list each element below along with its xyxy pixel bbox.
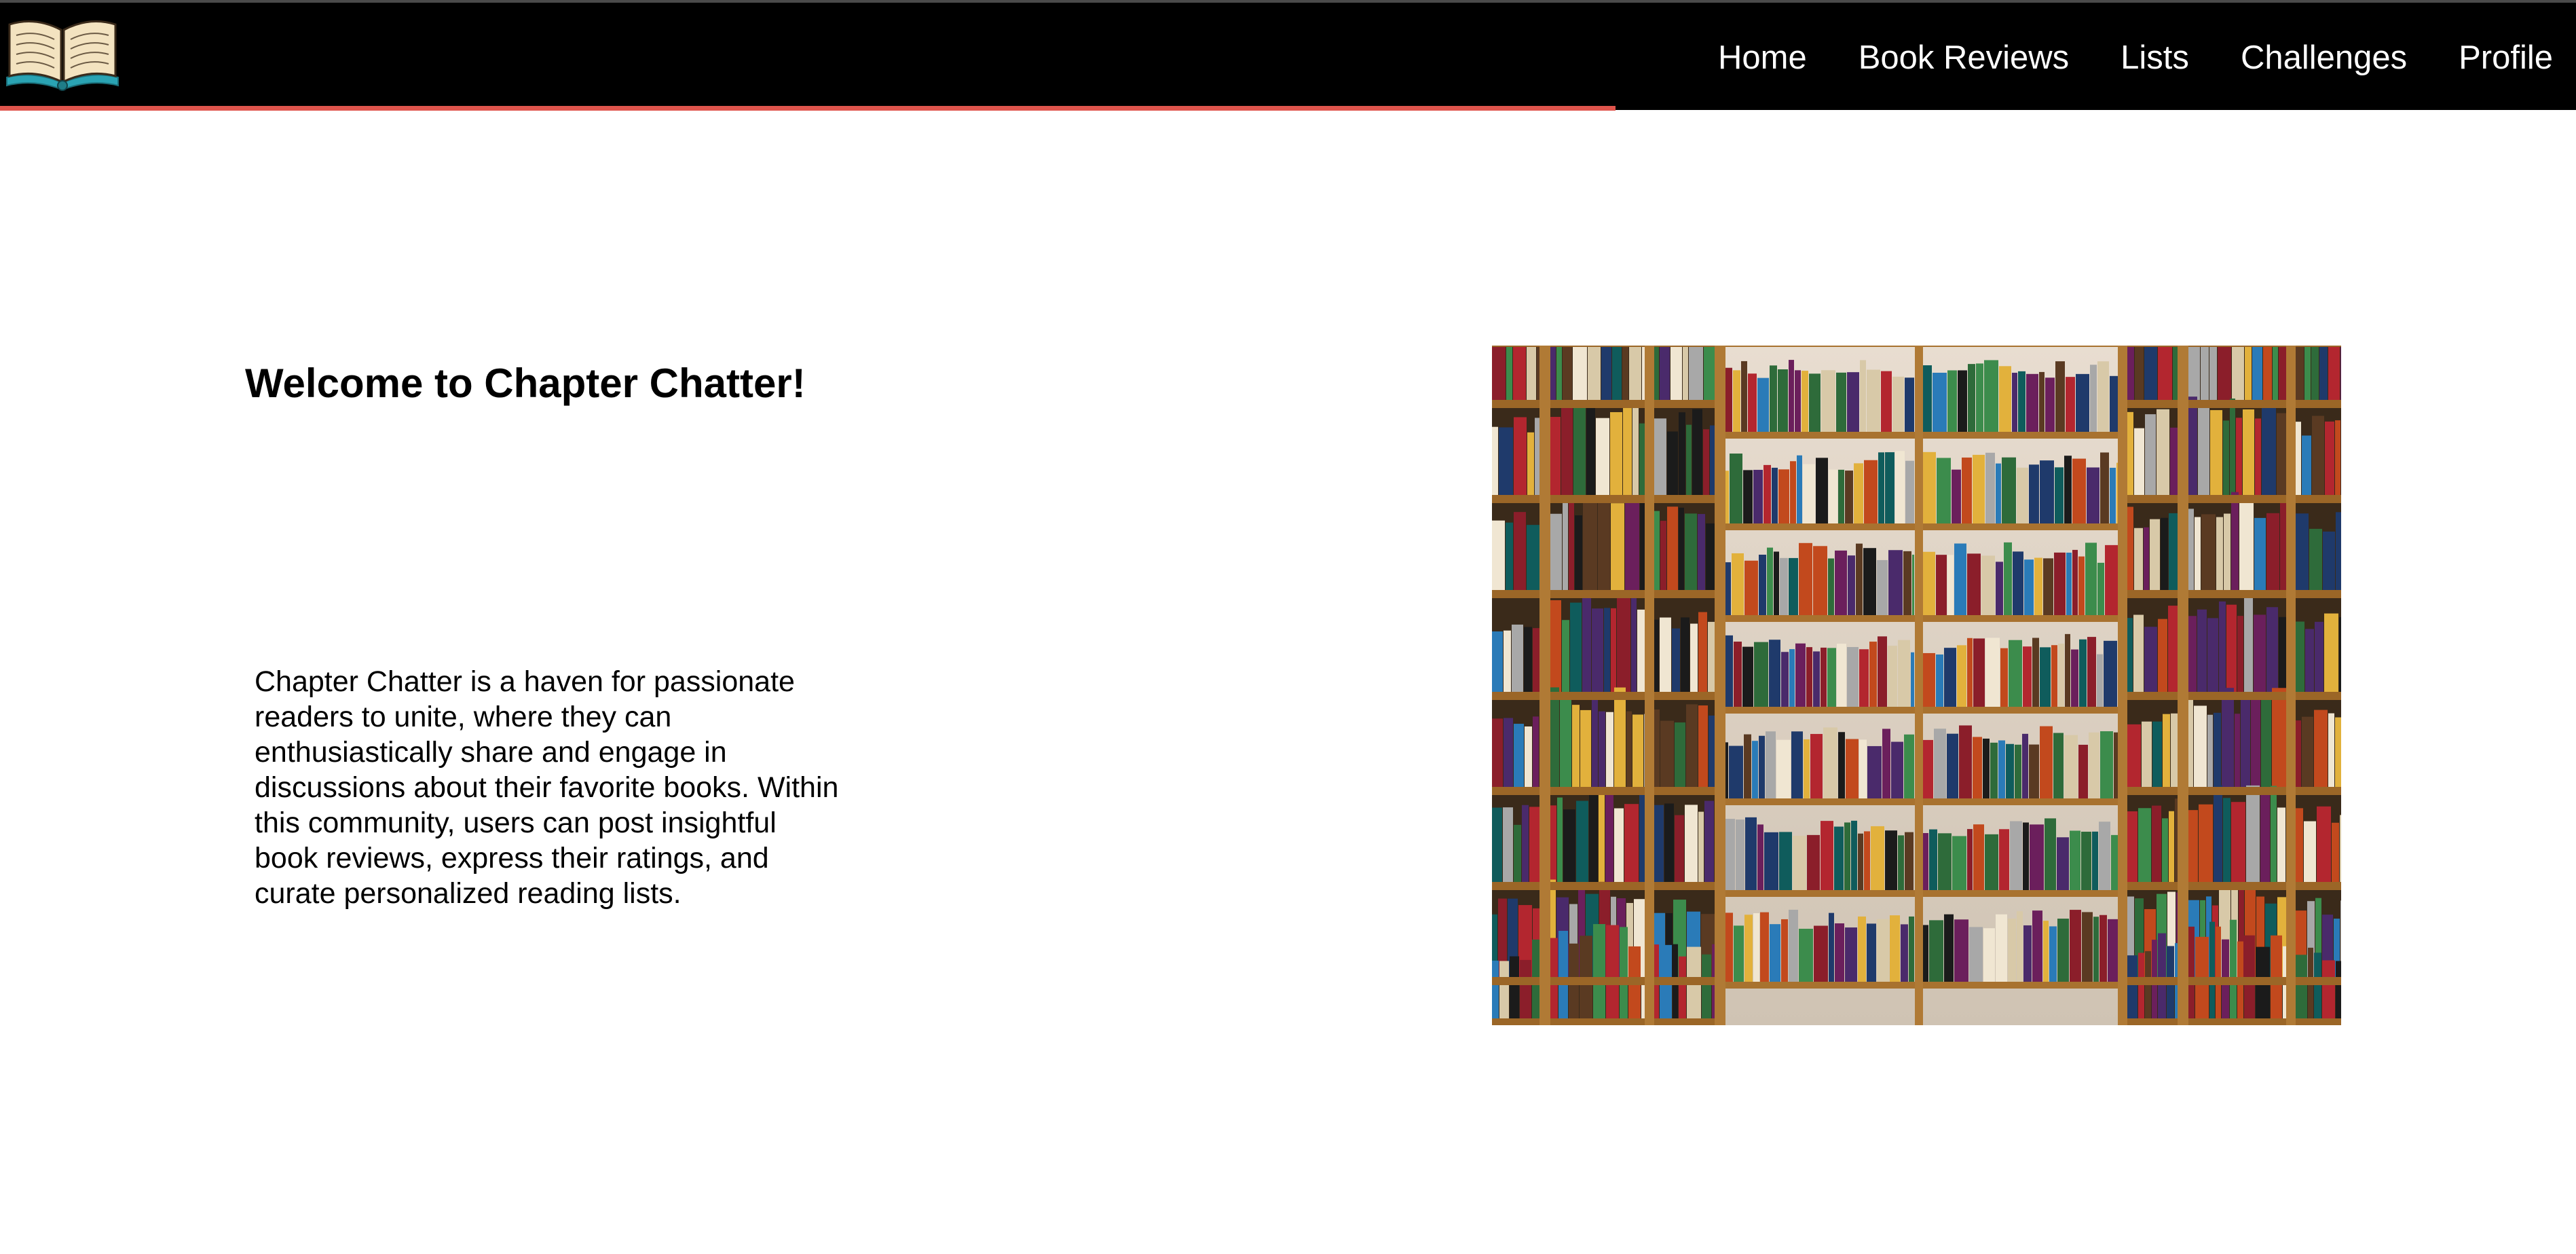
open-book-icon[interactable] (4, 15, 121, 94)
page-title: Welcome to Chapter Chatter! (245, 361, 806, 406)
nav-home-link[interactable]: Home (1718, 39, 1807, 77)
intro-paragraph: Chapter Chatter is a haven for passionat… (255, 665, 839, 910)
nav-challenges-link[interactable]: Challenges (2241, 39, 2407, 77)
bookshelf-image (1492, 346, 2341, 1025)
top-navbar: Home Book Reviews Lists Challenges Profi… (0, 0, 2576, 113)
nav-accent-bar (0, 106, 1616, 111)
nav-profile-link[interactable]: Profile (2459, 39, 2553, 77)
nav-lists-link[interactable]: Lists (2121, 39, 2189, 77)
main-nav: Home Book Reviews Lists Challenges Profi… (1718, 3, 2553, 113)
nav-book-reviews-link[interactable]: Book Reviews (1859, 39, 2069, 77)
